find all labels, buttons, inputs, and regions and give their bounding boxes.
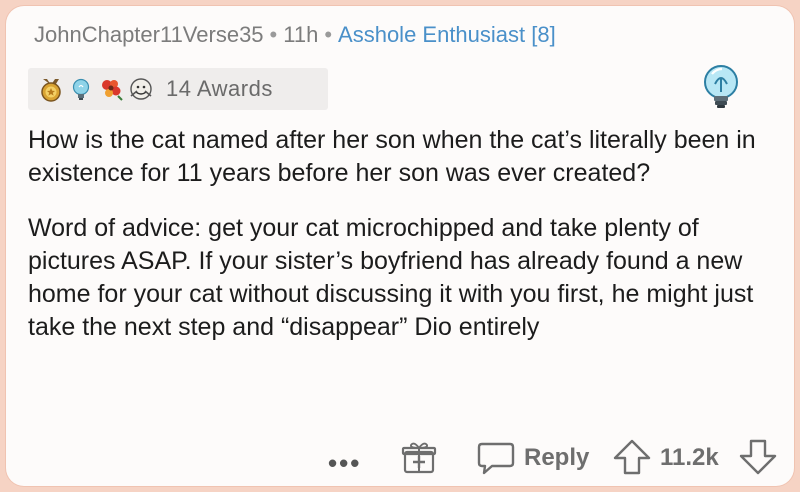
downvote-arrow-icon[interactable] (738, 438, 778, 476)
username-link[interactable]: JohnChapter11Verse35 (34, 22, 264, 47)
hug-award-icon (130, 78, 152, 100)
awards-count: 14 Awards (166, 76, 273, 101)
lightbulb-icon (72, 78, 90, 100)
comment-paragraph: Word of advice: get your cat microchippe… (28, 214, 754, 341)
reply-icon[interactable] (476, 440, 516, 476)
vote-score: 11.2k (660, 444, 719, 471)
lightbulb-award-icon (704, 65, 738, 108)
meta-separator: • (324, 22, 333, 47)
user-flair: Asshole Enthusiast [8] (338, 22, 556, 47)
more-options-button[interactable]: ••• (328, 448, 361, 479)
comment-body: How is the cat named after her son when … (28, 124, 768, 366)
comment-meta: JohnChapter11Verse35 • 11h • Asshole Enthusi… (34, 22, 556, 48)
gift-icon[interactable] (400, 440, 438, 476)
reply-button[interactable]: Reply (524, 444, 589, 472)
upvote-arrow-icon[interactable] (612, 438, 652, 476)
meta-separator: • (269, 22, 278, 47)
timestamp: 11h (283, 22, 319, 47)
gold-medal-icon (41, 79, 61, 102)
flower-award-icon (102, 80, 123, 101)
comment-actions: ••• Reply 11.2k (0, 436, 800, 480)
comment-paragraph: How is the cat named after her son when … (28, 126, 756, 187)
awards-bar[interactable]: 14 Awards (28, 68, 328, 110)
